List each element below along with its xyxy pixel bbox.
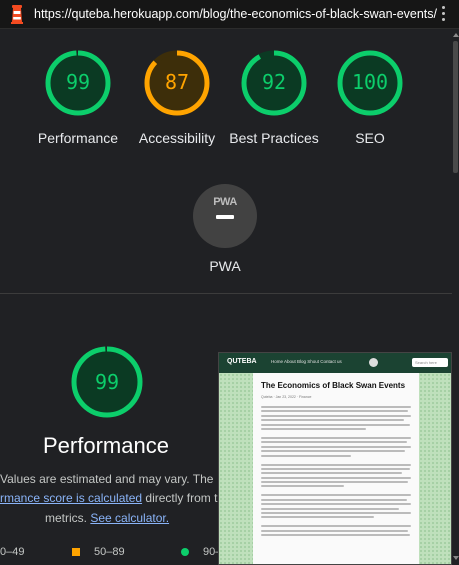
pass-circle-icon: [181, 548, 189, 556]
thumb-post-title: The Economics of Black Swan Events: [261, 381, 406, 390]
score-calculation-link[interactable]: rmance score is calculated: [0, 491, 142, 505]
thumb-paragraph: [261, 463, 411, 488]
legend-average: 50–89: [72, 546, 125, 558]
gauge-performance[interactable]: 99 Performance: [28, 49, 128, 148]
legend-average-range: 50–89: [94, 546, 125, 558]
gauge-score: 92: [261, 70, 287, 94]
thumb-post-meta: Quteba · Jan 23, 2022 · Finance: [261, 395, 312, 399]
thumb-navbar: QUTEBA Home About Blog Shout Contact us …: [219, 353, 451, 373]
gauge-score: 99: [65, 70, 91, 94]
gauge-score: 87: [164, 70, 190, 94]
scroll-up-icon[interactable]: [453, 33, 459, 37]
legend-fail: 0–49: [0, 546, 24, 558]
gauge-pwa[interactable]: PWA PWA: [193, 184, 257, 274]
gauge-label: Performance: [37, 130, 119, 146]
performance-score: 99: [94, 370, 120, 394]
gauge-label: Accessibility: [138, 130, 216, 146]
pwa-badge-icon: PWA: [193, 184, 257, 248]
pwa-dash-icon: [216, 215, 234, 219]
gauge-best-practices[interactable]: 92 Best Practices: [224, 49, 324, 148]
desc-text: directly from th: [142, 491, 225, 505]
desc-line: Values are estimated and may vary. The: [0, 472, 214, 486]
scrollbar-thumb[interactable]: [453, 41, 458, 173]
thumb-brand: QUTEBA: [227, 358, 257, 365]
section-divider: [0, 293, 452, 294]
thumb-paragraph: [261, 525, 411, 537]
thumb-nav-links: Home About Blog Shout Contact us: [271, 359, 342, 364]
page-screenshot-thumbnail[interactable]: QUTEBA Home About Blog Shout Contact us …: [218, 352, 452, 565]
thumb-paragraph: [261, 406, 411, 430]
pwa-label: PWA: [209, 258, 241, 274]
performance-title: Performance: [43, 433, 169, 458]
gauge-seo[interactable]: 100 SEO: [320, 49, 420, 148]
legend-fail-range: 0–49: [0, 546, 25, 558]
thumb-paragraph: [261, 436, 411, 457]
scroll-down-icon[interactable]: [453, 556, 459, 560]
url-bar: https://quteba.herokuapp.com/blog/the-ec…: [0, 0, 459, 29]
gauge-accessibility[interactable]: 87 Accessibility: [127, 49, 227, 148]
desc-text: metrics.: [45, 511, 91, 525]
thumb-avatar: [369, 358, 378, 367]
performance-big-gauge: 99: [70, 345, 144, 419]
desc-line: rmance score is calculated directly from…: [0, 489, 224, 507]
thumb-paragraph: [261, 494, 411, 519]
thumb-post: The Economics of Black Swan Events Quteb…: [253, 373, 419, 564]
lighthouse-icon: [11, 5, 23, 24]
thumb-sidebar-right: [419, 373, 451, 564]
url-text[interactable]: https://quteba.herokuapp.com/blog/the-ec…: [34, 7, 437, 21]
thumb-search: Search here: [412, 358, 448, 367]
gauge-label: SEO: [355, 130, 385, 146]
gauge-label: Best Practices: [229, 130, 319, 146]
see-calculator-link[interactable]: See calculator.: [90, 511, 169, 525]
kebab-menu-icon[interactable]: [440, 6, 446, 24]
gauge-score: 100: [351, 70, 389, 94]
thumb-sidebar-left: [219, 373, 253, 564]
average-square-icon: [72, 548, 80, 556]
desc-line: metrics. See calculator.: [45, 509, 169, 527]
pwa-badge-text: PWA: [213, 196, 237, 208]
